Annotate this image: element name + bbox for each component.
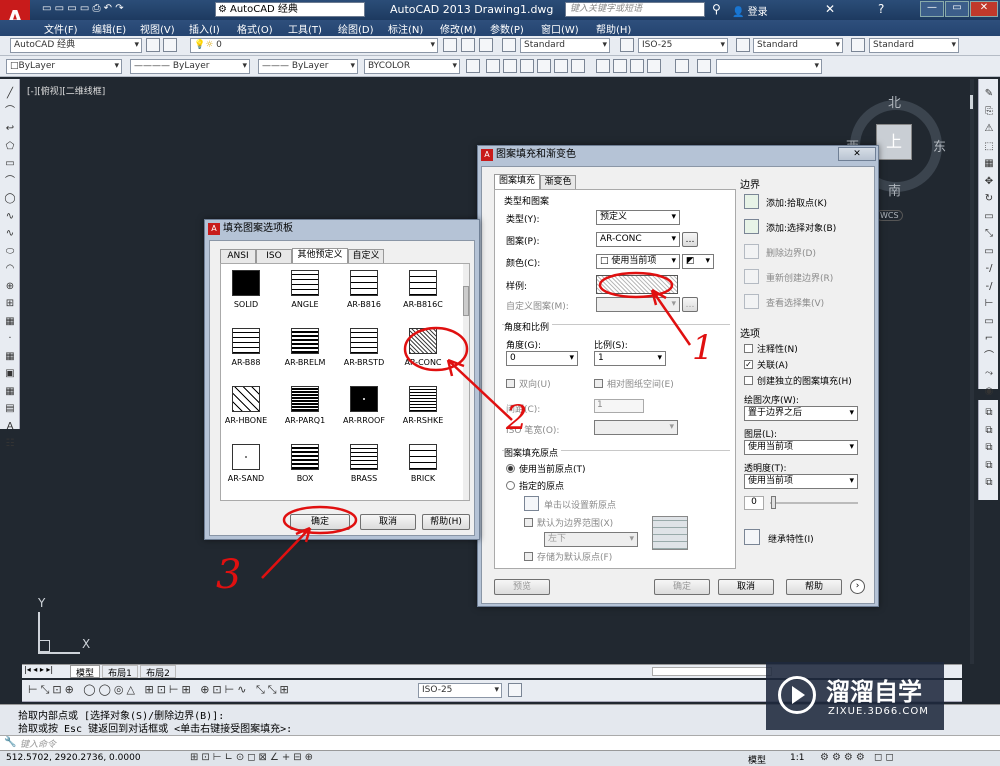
annotation-number-2: 2 (506, 398, 528, 438)
layout-tab-model[interactable]: 模型 (70, 665, 100, 679)
layout-tab-1[interactable]: 布局1 (102, 665, 138, 679)
status-bar: 512.5702, 2920.2736, 0.0000 ⊞⊡⊢∟⊙◻⊠∠+⊟⊕ … (0, 750, 1000, 766)
dim-style-manager-icon[interactable] (508, 683, 522, 697)
layout-nav-arrows[interactable]: |◂ ◂ ▸ ▸| (24, 665, 53, 674)
command-input[interactable]: 键入命令 (20, 737, 56, 750)
command-history-line-2: 拾取或按 Esc 键返回到对话框或 <单击右键接受图案填充>: (18, 724, 293, 735)
coordinates-readout[interactable]: 512.5702, 2920.2736, 0.0000 (6, 753, 141, 763)
annotation-arrow-2 (446, 358, 513, 421)
watermark-url: ZIXUE.3D66.COM (828, 706, 929, 717)
tutorial-annotations (261, 271, 692, 579)
dim-style-combo-bottom[interactable]: ISO-25 (418, 683, 502, 698)
annotation-arrow-3 (261, 526, 312, 579)
dimension-tool-icons[interactable]: ⊢⤡⊡⊕ ◯◯◎△ ⊞⊡⊢⊞ ⊕⊡⊢∿ ⤡⤡⊞ (28, 683, 292, 697)
watermark-badge: 溜溜自学 ZIXUE.3D66.COM (766, 662, 944, 730)
annotation-number-3: 3 (216, 552, 242, 598)
drafting-toggles[interactable]: ⊞⊡⊢∟⊙◻⊠∠+⊟⊕ (190, 752, 316, 763)
horizontal-scrollbar[interactable] (652, 667, 772, 676)
annotation-circle-ok (282, 505, 358, 535)
status-tray-icons[interactable]: ⚙⚙⚙⚙ ◻◻ (820, 752, 897, 763)
layout-tab-2[interactable]: 布局2 (140, 665, 176, 679)
annotation-number-1: 1 (692, 328, 714, 368)
model-space-button[interactable]: 模型 (748, 753, 766, 766)
annotation-arrow-1 (650, 288, 692, 346)
command-input-row[interactable]: 🔧 键入命令 (0, 735, 1000, 751)
watermark-brand: 溜溜自学 (826, 678, 922, 706)
wrench-icon[interactable]: 🔧 (4, 737, 16, 748)
annotation-scale[interactable]: 1:1 (790, 753, 804, 763)
annotation-circle-swatch (598, 271, 674, 299)
watermark-play-triangle (792, 686, 805, 704)
